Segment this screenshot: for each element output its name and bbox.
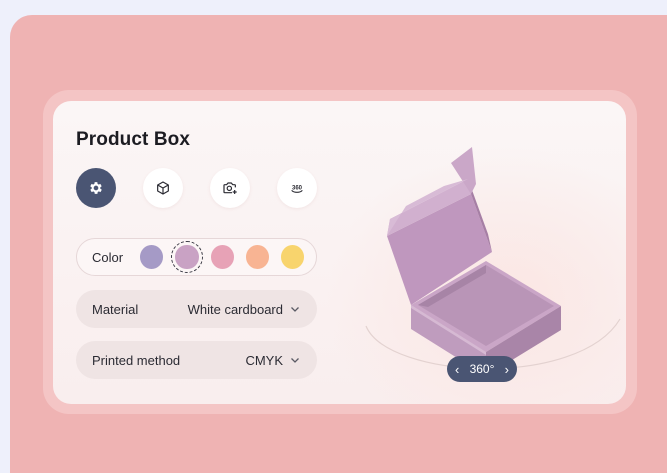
- color-swatch-peach[interactable]: [245, 245, 269, 269]
- chevron-left-icon[interactable]: ‹: [455, 363, 459, 376]
- color-swatch-mauve[interactable]: [171, 241, 204, 273]
- printed-method-label: Printed method: [92, 352, 181, 368]
- chevron-right-icon[interactable]: ›: [505, 363, 509, 376]
- color-label: Color: [92, 249, 124, 265]
- rotate-360-control: ‹ 360° ›: [447, 356, 517, 382]
- color-swatch-yellow[interactable]: [280, 245, 305, 269]
- color-swatch-pink[interactable]: [210, 245, 234, 269]
- rotate-360-icon: 360: [291, 185, 303, 193]
- gear-icon: [90, 182, 102, 194]
- page-title: Product Box: [76, 129, 191, 150]
- rotate-360-tool-button[interactable]: 360: [277, 168, 317, 208]
- printed-method-value: CMYK: [245, 352, 283, 368]
- color-selector: Color: [76, 238, 317, 276]
- ar-camera-tool-button[interactable]: [210, 168, 250, 208]
- chevron-down-icon: [291, 358, 299, 363]
- cube-icon: [157, 181, 169, 195]
- material-dropdown[interactable]: Material White cardboard: [76, 290, 317, 328]
- camera-add-icon: [223, 182, 237, 194]
- printed-method-dropdown[interactable]: Printed method CMYK: [76, 341, 317, 379]
- product-configurator-card: Product Box 360 Color Material White car…: [53, 101, 626, 404]
- svg-text:360: 360: [292, 185, 303, 191]
- rotate-label: 360°: [469, 362, 495, 376]
- material-value: White cardboard: [187, 301, 283, 317]
- 3d-view-tool-button[interactable]: [143, 168, 183, 208]
- material-label: Material: [92, 301, 139, 317]
- chevron-down-icon: [291, 307, 299, 312]
- color-swatch-lavender[interactable]: [140, 245, 164, 269]
- settings-tool-button[interactable]: [76, 168, 116, 208]
